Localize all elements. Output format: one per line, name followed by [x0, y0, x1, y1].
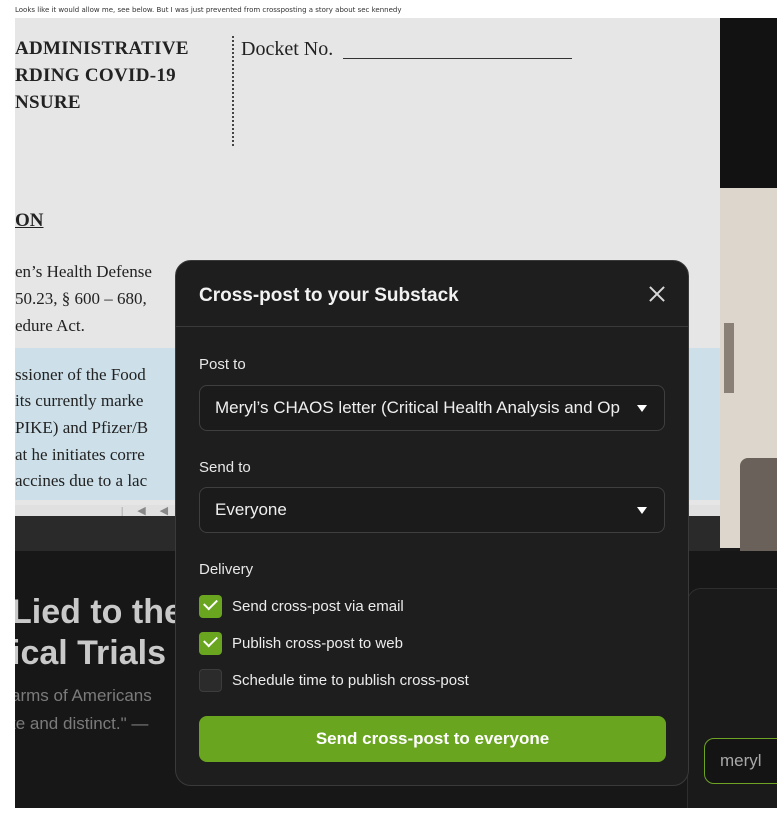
email-checkbox[interactable] [199, 595, 222, 618]
checkmark-icon [203, 632, 218, 648]
document-line: at he initiates corre [15, 445, 145, 464]
post-to-select[interactable]: Meryl’s CHAOS letter (Critical Health An… [199, 385, 665, 431]
chevron-down-icon [637, 405, 647, 412]
document-line: PIKE) and Pfizer/B [15, 418, 149, 437]
video-frame [720, 18, 777, 551]
docket-label: Docket No. [241, 38, 334, 60]
send-cross-post-button[interactable]: Send cross-post to everyone [199, 716, 666, 762]
post-title-line: Lied to the [15, 593, 183, 631]
document-line: edure Act. [15, 316, 85, 335]
post-to-value: Meryl’s CHAOS letter (Critical Health An… [215, 398, 620, 417]
scroll-start-icon[interactable]: |◀◀ [121, 504, 182, 516]
post-subtitle-line: te and distinct." — [15, 714, 149, 733]
send-to-select[interactable]: Everyone [199, 487, 665, 533]
section-heading: ON [15, 210, 44, 231]
post-title-line: ical Trials [15, 634, 166, 672]
document-line: 50.23, § 600 – 680, [15, 289, 147, 308]
picture-frame [724, 323, 734, 393]
video-background [720, 18, 777, 188]
web-checkbox[interactable] [199, 632, 222, 655]
schedule-option-label: Schedule time to publish cross-post [232, 672, 469, 689]
subscribe-email-text: meryl [720, 751, 762, 770]
cross-post-dialog: Cross-post to your Substack Post to Mery… [175, 260, 689, 786]
document-line: ssioner of the Food [15, 365, 146, 384]
document-line: en’s Health Defense [15, 262, 152, 281]
divider [232, 36, 234, 146]
post-subtitle-line: arms of Americans [15, 686, 152, 705]
docket-underline [343, 58, 572, 59]
chevron-down-icon [637, 507, 647, 514]
send-to-value: Everyone [215, 500, 287, 519]
email-option-label: Send cross-post via email [232, 598, 404, 615]
post-caption: Looks like it would allow me, see below.… [15, 6, 402, 14]
document-line: accines due to a lac [15, 471, 148, 490]
document-heading-line: RDING COVID-19 [15, 65, 176, 86]
subscribe-email-input[interactable]: meryl [704, 738, 777, 784]
dialog-title: Cross-post to your Substack [199, 285, 459, 306]
dialog-header: Cross-post to your Substack [176, 261, 688, 327]
web-option-label: Publish cross-post to web [232, 635, 403, 652]
close-icon[interactable] [646, 283, 668, 305]
post-to-label: Post to [199, 356, 246, 373]
checkmark-icon [203, 595, 218, 611]
schedule-checkbox[interactable] [199, 669, 222, 692]
document-line: its currently marke [15, 391, 144, 410]
document-heading-line: NSURE [15, 92, 81, 113]
send-to-label: Send to [199, 459, 251, 476]
document-heading-line: ADMINISTRATIVE [15, 38, 189, 59]
delivery-label: Delivery [199, 561, 254, 578]
video-person [740, 458, 777, 551]
